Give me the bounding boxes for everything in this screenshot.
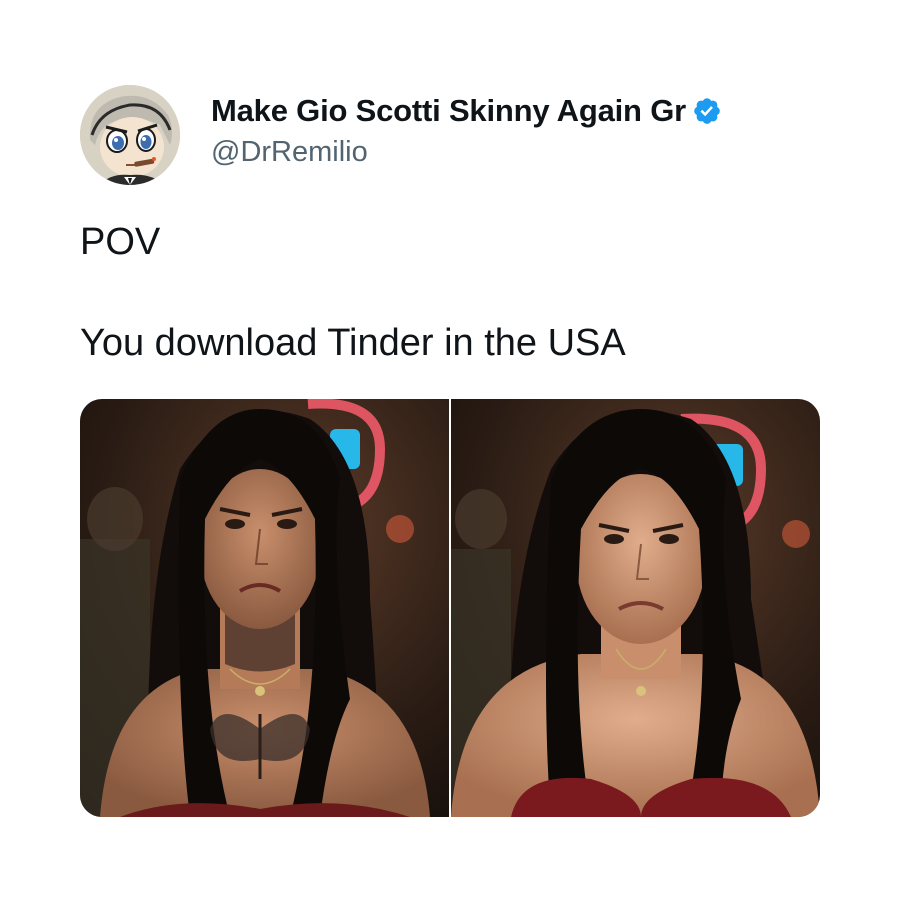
photo-woman-frowning-with-tattoos-icon xyxy=(80,399,449,817)
cartoon-avatar-icon xyxy=(80,85,180,185)
author-display-name[interactable]: Make Gio Scotti Skinny Again Gr xyxy=(211,93,686,129)
tweet-text-line: You download Tinder in the USA xyxy=(80,322,626,364)
author-handle[interactable]: @DrRemilio xyxy=(211,136,368,169)
author-avatar[interactable] xyxy=(80,85,180,185)
tweet-media-grid xyxy=(80,399,820,817)
tweet-card[interactable]: Make Gio Scotti Skinny Again Gr @DrRemil… xyxy=(0,0,900,900)
tweet-photo-1[interactable] xyxy=(80,399,449,817)
author-name-row[interactable]: Make Gio Scotti Skinny Again Gr xyxy=(211,91,722,131)
tweet-photo-2[interactable] xyxy=(451,399,820,817)
verified-badge-icon xyxy=(692,96,722,126)
tweet-text-line: POV xyxy=(80,221,161,263)
photo-woman-frowning-no-tattoos-icon xyxy=(451,399,820,817)
